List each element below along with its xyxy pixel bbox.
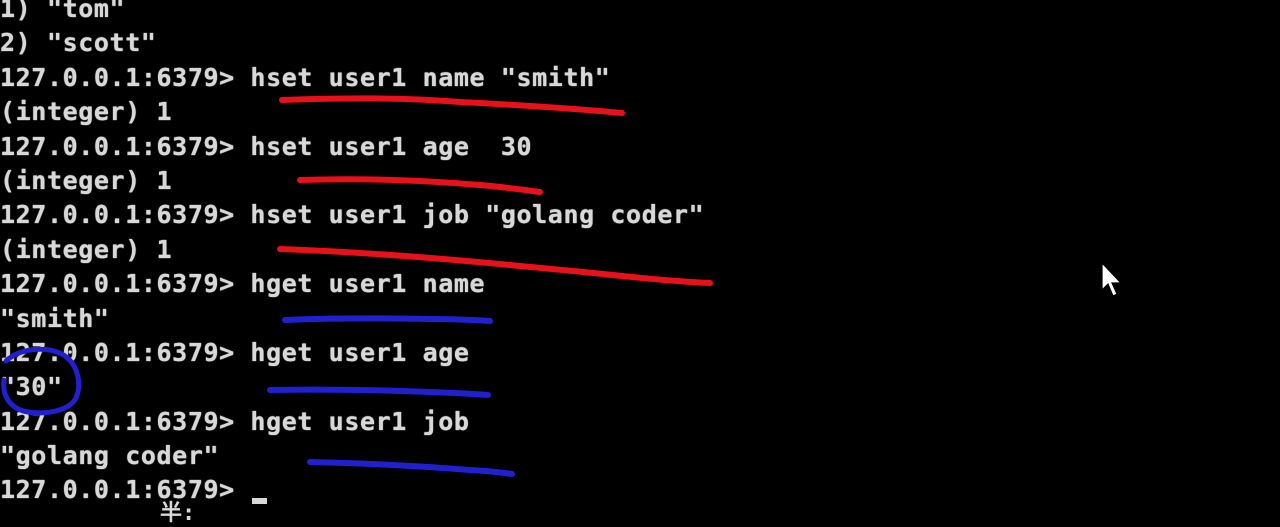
output-line: (integer) 1 [0, 234, 173, 264]
output-line: (integer) 1 [0, 97, 173, 127]
command-line: 127.0.0.1:6379> hget user1 job [0, 406, 470, 436]
output-line: "30" [0, 372, 63, 402]
command-line: 127.0.0.1:6379> hset user1 job "golang c… [0, 200, 705, 230]
command-line: 127.0.0.1:6379> hset user1 age 30 [0, 131, 533, 161]
text-cursor [252, 498, 268, 505]
ime-status-text: 半: [160, 501, 196, 526]
output-line: "smith" [0, 303, 110, 333]
command-line: 127.0.0.1:6379> hget user1 name [0, 269, 486, 299]
command-line: 127.0.0.1:6379> hget user1 age [0, 337, 470, 367]
output-line: 1) "tom" [0, 0, 126, 23]
prompt-line[interactable]: 127.0.0.1:6379> [0, 473, 704, 507]
terminal-output: 1) "tom" 2) "scott" 127.0.0.1:6379> hset… [0, 0, 704, 508]
terminal-window[interactable]: 1) "tom" 2) "scott" 127.0.0.1:6379> hset… [0, 0, 1280, 527]
mouse-pointer-icon [1101, 262, 1123, 297]
output-line: (integer) 1 [0, 165, 173, 195]
command-line: 127.0.0.1:6379> hset user1 name "smith" [0, 62, 611, 92]
output-line: 2) "scott" [0, 28, 157, 58]
prompt-text: 127.0.0.1:6379> [0, 475, 251, 505]
output-line: "golang coder" [0, 441, 220, 471]
